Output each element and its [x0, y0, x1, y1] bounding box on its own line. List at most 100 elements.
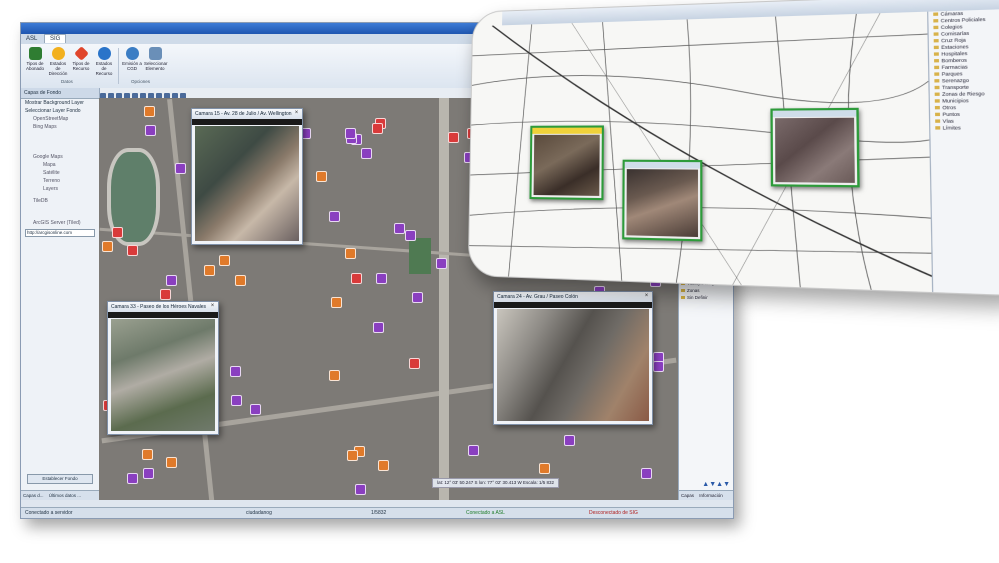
estados-direccion-button[interactable]: Estados de Dirección [47, 47, 69, 76]
tree-item[interactable]: Zonas [679, 287, 733, 294]
map-marker-icon[interactable] [412, 292, 423, 303]
tipos-abonado-button[interactable]: Tipos de Abonado [24, 47, 46, 71]
map-marker-icon[interactable] [373, 322, 384, 333]
map-marker-icon[interactable] [345, 248, 356, 259]
map-marker-icon[interactable] [102, 241, 113, 252]
map-marker-icon[interactable] [409, 358, 420, 369]
map-marker-icon[interactable] [160, 289, 171, 300]
map-marker-icon[interactable] [316, 171, 327, 182]
camera-feed [626, 169, 699, 238]
camera-window-24[interactable]: Camara 24 - Av. Grau / Paseo Colón × [493, 291, 653, 425]
map-marker-icon[interactable] [329, 370, 340, 381]
map-marker-icon[interactable] [231, 395, 242, 406]
map-marker-icon[interactable] [351, 273, 362, 284]
tab-capas[interactable]: Capas d... [21, 491, 46, 500]
select-background-label: Seleccionar Layer Fondo [25, 108, 81, 114]
overlay-camera-3[interactable] [770, 107, 860, 188]
option-google-maps[interactable]: Google Maps [21, 153, 99, 161]
map-marker-icon[interactable] [143, 468, 154, 479]
map-marker-icon[interactable] [219, 255, 230, 266]
map-marker-icon[interactable] [345, 128, 356, 139]
right-panel-tabs: Capas Información [679, 490, 733, 500]
overlay-camera-1[interactable] [529, 125, 604, 201]
info-icon [97, 47, 111, 60]
overlay-tree-item[interactable]: Límites [930, 125, 999, 132]
status-bar: Conectado a servidor ciudadanog 1/5832 C… [21, 507, 733, 518]
status-connection: Conectado a servidor [25, 510, 73, 516]
camera-title [532, 127, 602, 134]
map-marker-icon[interactable] [127, 473, 138, 484]
radio-satelite[interactable]: Satélite [21, 169, 99, 177]
map-marker-icon[interactable] [564, 435, 575, 446]
map-marker-icon[interactable] [250, 404, 261, 415]
tipos-recurso-button[interactable]: Tipos de Recurso [70, 46, 92, 71]
tree-item[interactable]: Sin Definir [679, 294, 733, 301]
close-icon[interactable]: × [643, 293, 650, 300]
status-asl: Conectado a ASL [466, 510, 505, 516]
map-marker-icon[interactable] [142, 449, 153, 460]
overlay-window: Cámaras Centros Policiales Colegios Comisar… [467, 0, 999, 297]
establecer-fondo-button[interactable]: Establecer Fondo [27, 474, 93, 484]
camera-window-33[interactable]: Camara 33 - Paseo de los Héroes Navales … [107, 301, 219, 435]
map-marker-icon[interactable] [127, 245, 138, 256]
map-marker-icon[interactable] [405, 230, 416, 241]
park [409, 238, 431, 274]
option-bing-maps[interactable]: Bing Maps [21, 123, 99, 131]
map-marker-icon[interactable] [145, 125, 156, 136]
status-user: ciudadanog [246, 510, 272, 516]
close-icon[interactable]: × [209, 303, 216, 310]
user-icon [28, 47, 42, 60]
map-marker-icon[interactable] [361, 148, 372, 159]
map-marker-icon[interactable] [166, 457, 177, 468]
estados-recurso-button[interactable]: Estados de Recurso [93, 47, 115, 76]
camera-feed [111, 319, 215, 431]
seleccionar-elemento-button[interactable]: Seleccionar Elemento [144, 47, 168, 71]
navigation-arrows-icon[interactable]: ▲▼▲▼ [702, 481, 730, 488]
map-marker-icon[interactable] [448, 132, 459, 143]
map-marker-icon[interactable] [235, 275, 246, 286]
ribbon-separator [118, 48, 119, 84]
camera-title: Camara 24 - Av. Grau / Paseo Colón [494, 292, 652, 302]
tab-ultimos-datos[interactable]: Últimos datos ... [47, 491, 83, 500]
radio-mapa[interactable]: Mapa [21, 161, 99, 169]
map-marker-icon[interactable] [653, 361, 664, 372]
map-marker-icon[interactable] [331, 297, 342, 308]
close-icon[interactable]: × [293, 110, 300, 117]
map-marker-icon[interactable] [378, 460, 389, 471]
show-background-checkbox[interactable]: Mostrar Background Layer [21, 99, 99, 107]
map-marker-icon[interactable] [376, 273, 387, 284]
camera-feed [195, 126, 299, 241]
tab-capas-right[interactable]: Capas [679, 491, 696, 500]
map-marker-icon[interactable] [329, 211, 340, 222]
map-marker-icon[interactable] [539, 463, 550, 474]
map-marker-icon[interactable] [347, 450, 358, 461]
map-marker-icon[interactable] [230, 366, 241, 377]
camera-title [772, 109, 857, 118]
map-marker-icon[interactable] [355, 484, 366, 495]
tab-asl[interactable]: ASL [21, 35, 42, 43]
map-marker-icon[interactable] [436, 258, 447, 269]
server-url-input[interactable]: http://arcgisonline.com [25, 229, 95, 237]
tab-sig[interactable]: SIG [44, 34, 67, 43]
radio-terreno[interactable]: Terreno [21, 177, 99, 185]
map-marker-icon[interactable] [112, 227, 123, 238]
map-marker-icon[interactable] [175, 163, 186, 174]
street-map-overlay: Cámaras Centros Policiales Colegios Comisar… [467, 0, 999, 297]
emision-cgd-button[interactable]: Emisión a CGD [121, 47, 143, 71]
map-marker-icon[interactable] [394, 223, 405, 234]
option-openstreetmap[interactable]: OpenStreetMap [21, 115, 99, 123]
map-marker-icon[interactable] [144, 106, 155, 117]
camera-window-15[interactable]: Camara 15 - Av. 28 de Julio / Av. Wellin… [191, 108, 303, 245]
camera-feed [775, 117, 855, 183]
camera-controls [494, 302, 652, 308]
map-marker-icon[interactable] [166, 275, 177, 286]
tab-informacion[interactable]: Información [697, 491, 725, 500]
map-marker-icon[interactable] [204, 265, 215, 276]
map-marker-icon[interactable] [468, 445, 479, 456]
overlay-camera-2[interactable] [622, 159, 703, 242]
map-marker-icon[interactable] [641, 468, 652, 479]
option-tiledb[interactable]: TileDB [21, 197, 99, 205]
radio-layers[interactable]: Layers [21, 185, 99, 193]
option-arcgis-server[interactable]: ArcGIS Server (Tiled) [21, 219, 99, 227]
map-marker-icon[interactable] [372, 123, 383, 134]
